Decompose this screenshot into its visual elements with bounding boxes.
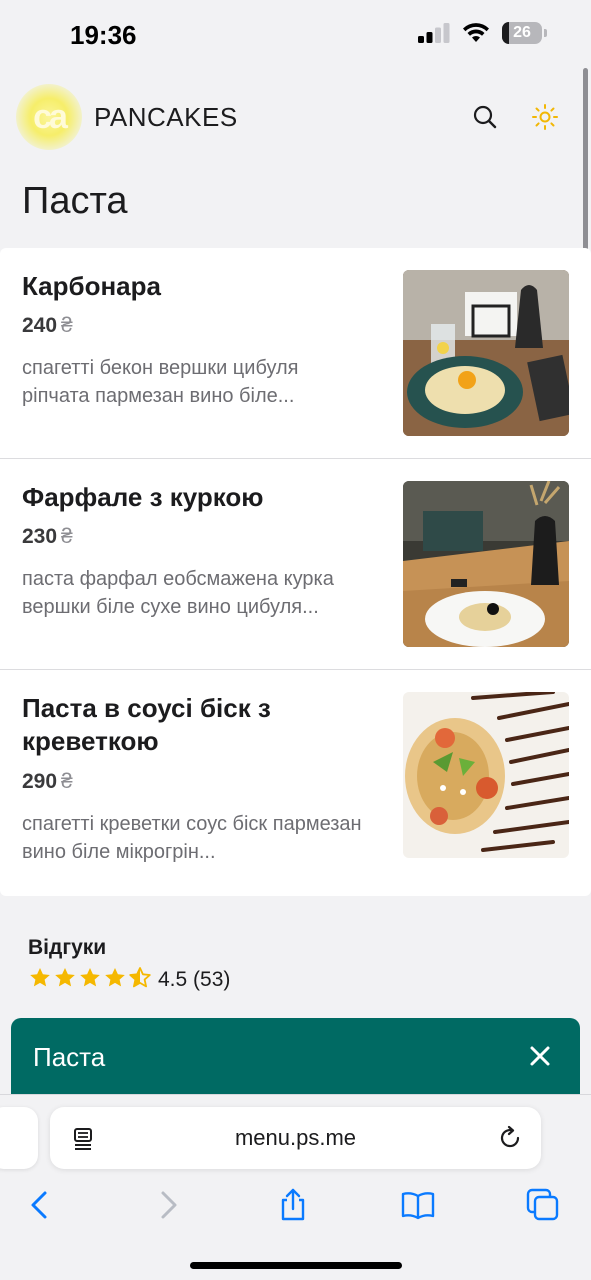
menu-item-photo[interactable] [403, 692, 569, 858]
rating-stars[interactable] [28, 966, 152, 990]
star-full-icon [55, 968, 75, 987]
battery-indicator: 26 [502, 22, 542, 44]
home-indicator[interactable] [190, 1262, 402, 1269]
rating-summary[interactable]: 4.5 (53) [158, 968, 230, 992]
price-value: 230 [22, 525, 58, 548]
browser-bar: menu.ps.me [0, 1094, 591, 1280]
bookmarks-icon[interactable] [401, 1188, 435, 1222]
status-time: 19:36 [70, 20, 137, 50]
menu-item[interactable]: Фарфале з куркою 230 ₴ паста фарфал еобсм… [0, 459, 591, 669]
forward-icon[interactable] [152, 1188, 186, 1222]
tabs-icon[interactable] [526, 1188, 560, 1222]
menu-item[interactable]: Карбонара 240 ₴ спагетті бекон вершки циб… [0, 248, 591, 458]
menu-item-description: спагетті бекон вершки цибуля ріпчата пар… [22, 357, 299, 407]
battery-tip [544, 29, 547, 37]
menu-list: Карбонара 240 ₴ спагетті бекон вершки циб… [0, 248, 591, 896]
battery-level: 26 [513, 24, 531, 41]
menu-item-description: паста фарфал еобсмажена курка вершки біл… [22, 568, 334, 618]
menu-item-description: спагетті креветки соус біск пармезан вин… [22, 813, 362, 863]
star-full-icon [105, 968, 125, 987]
status-icons: 26 [418, 22, 547, 44]
back-icon[interactable] [22, 1188, 56, 1222]
menu-item-price: 230 ₴ [22, 525, 73, 549]
close-button[interactable] [528, 1044, 552, 1068]
logo-lettering: ca [33, 97, 68, 136]
reviews-title: Відгуки [28, 936, 107, 959]
category-bar[interactable]: Паста [11, 1018, 580, 1096]
price-value: 290 [22, 770, 58, 793]
previous-tab-preview[interactable] [0, 1107, 38, 1169]
reload-icon[interactable] [497, 1125, 523, 1151]
star-full-icon [80, 968, 100, 987]
menu-item[interactable]: Паста в соусі біск з креветкою 290 ₴ спаг… [0, 670, 591, 896]
wifi-icon [463, 23, 489, 42]
menu-item-photo[interactable] [403, 481, 569, 647]
currency-sign: ₴ [61, 314, 73, 337]
brand-logo[interactable]: ca [16, 84, 82, 150]
share-icon[interactable] [276, 1188, 310, 1222]
menu-item-name: Паста в соусі біск з креветкою [22, 693, 271, 756]
menu-item-price: 290 ₴ [22, 770, 73, 794]
search-button[interactable] [470, 102, 500, 132]
address-bar[interactable]: menu.ps.me [50, 1107, 541, 1169]
price-value: 240 [22, 314, 58, 337]
menu-item-price: 240 ₴ [22, 314, 73, 338]
menu-item-name: Карбонара [22, 271, 161, 301]
currency-sign: ₴ [61, 770, 73, 793]
url-text[interactable]: menu.ps.me [50, 1125, 541, 1151]
category-label: Паста [33, 1042, 106, 1072]
sun-icon [532, 104, 558, 130]
page-title: Паста [22, 180, 128, 222]
menu-item-photo[interactable] [403, 270, 569, 436]
site-header: ca PANCAKES [0, 80, 591, 152]
status-bar: 19:36 26 [0, 0, 591, 70]
search-icon [473, 105, 497, 129]
currency-sign: ₴ [61, 525, 73, 548]
cellular-signal-icon [418, 23, 450, 43]
theme-toggle-button[interactable] [530, 102, 560, 132]
star-full-icon [30, 968, 50, 987]
brand-name[interactable]: PANCAKES [94, 102, 238, 133]
close-icon [530, 1046, 550, 1066]
star-half-icon [129, 967, 151, 988]
menu-item-name: Фарфале з куркою [22, 482, 264, 512]
